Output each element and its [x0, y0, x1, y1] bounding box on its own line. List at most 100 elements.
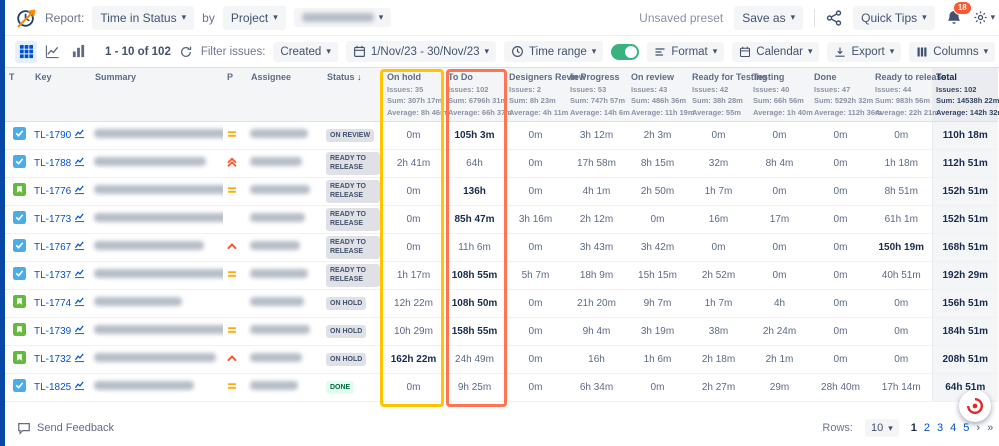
time-cell: 3h 12m [566, 121, 627, 149]
notifications-bell-button[interactable]: 18 [946, 10, 962, 26]
save-as-button[interactable]: Save as ▾ [734, 6, 803, 30]
column-header-on-hold[interactable]: On holdIssues: 35Sum: 307h 17mAverage: 8… [383, 68, 444, 121]
project-select-dropdown[interactable]: ▾ [294, 8, 392, 27]
sort-desc-icon[interactable]: ↓ [357, 72, 362, 82]
issue-chart-icon[interactable] [74, 296, 85, 310]
column-header-designers-review[interactable]: Designers ReviewIssues: 2Sum: 8h 23mAver… [505, 68, 566, 121]
page-button-1[interactable]: 1 [911, 422, 917, 434]
issue-chart-icon[interactable] [74, 352, 85, 366]
issue-key-link[interactable]: TL-1737 [34, 270, 71, 281]
page-button-5[interactable]: 5 [963, 422, 969, 434]
column-header-in-progress[interactable]: In ProgressIssues: 53Sum: 747h 57mAverag… [566, 68, 627, 121]
report-type-dropdown[interactable]: Time in Status ▾ [92, 6, 194, 30]
time-cell: 108h 50m [444, 289, 505, 317]
issue-chart-icon[interactable] [74, 184, 85, 198]
issue-chart-icon[interactable] [74, 212, 85, 226]
filter-issues-label: Filter issues: [201, 46, 266, 58]
last-page-button[interactable]: » [987, 422, 993, 434]
chevron-down-icon: ▾ [991, 13, 996, 22]
format-dropdown[interactable]: Format ▾ [647, 42, 724, 62]
share-button[interactable] [826, 10, 842, 26]
issue-chart-icon[interactable] [74, 128, 85, 142]
format-label: Format [671, 46, 707, 58]
filter-field-dropdown[interactable]: Created ▾ [273, 42, 337, 62]
issue-key-link[interactable]: TL-1739 [34, 326, 71, 337]
issue-key-link[interactable]: TL-1774 [34, 298, 71, 309]
time-cell: 0m [749, 121, 810, 149]
export-dropdown[interactable]: Export ▾ [827, 42, 901, 62]
feedback-widget-button[interactable] [959, 390, 991, 422]
column-header-assignee[interactable]: Assignee [247, 68, 323, 121]
unsaved-preset-label: Unsaved preset [639, 11, 723, 25]
page-button-4[interactable]: 4 [950, 422, 956, 434]
column-header-ready-for-testing[interactable]: Ready for TestingIssues: 42Sum: 38h 28mA… [688, 68, 749, 121]
time-cell: 17h 58m [566, 149, 627, 177]
column-header-total[interactable]: Total Issues: 102 Sum: 14538h 22m Averag… [932, 68, 998, 121]
quick-tips-label: Quick Tips [861, 11, 917, 25]
issue-chart-icon[interactable] [74, 240, 85, 254]
issue-key-link[interactable]: TL-1825 [34, 382, 71, 393]
quick-tips-dropdown[interactable]: Quick Tips ▾ [853, 6, 935, 30]
time-cell: 21h 20m [566, 289, 627, 317]
settings-gear-button[interactable]: ▾ [973, 10, 996, 25]
issue-chart-icon[interactable] [74, 324, 85, 338]
issue-chart-icon[interactable] [74, 156, 85, 170]
chevron-down-icon: ▾ [273, 13, 278, 22]
column-header-key[interactable]: Key [31, 68, 91, 121]
issue-key-link[interactable]: TL-1767 [34, 242, 71, 253]
chevron-down-icon: ▾ [984, 47, 989, 56]
format-toggle[interactable] [611, 44, 639, 60]
group-by-dropdown[interactable]: Project ▾ [223, 6, 286, 30]
columns-dropdown[interactable]: Columns ▾ [909, 42, 995, 62]
chart-view-button[interactable] [41, 41, 63, 63]
time-range-dropdown[interactable]: Time range ▾ [504, 41, 603, 62]
page-button-2[interactable]: 2 [924, 422, 930, 434]
issue-type-icon [13, 351, 26, 364]
issue-key-link[interactable]: TL-1773 [34, 214, 71, 225]
group-by-value: Project [231, 11, 268, 25]
column-header-summary[interactable]: Summary [91, 68, 223, 121]
issue-chart-icon[interactable] [74, 380, 85, 394]
table-view-button[interactable] [15, 41, 37, 63]
time-cell: 2h 18m [688, 345, 749, 373]
table-row: TL-1739 ON HOLD 10h 29m158h 55m0m9h 4m3h… [5, 317, 998, 345]
column-header-type[interactable]: T [5, 68, 31, 121]
page-button-3[interactable]: 3 [937, 422, 943, 434]
table-header-row: T Key Summary P Assignee Status ↓ On hol… [5, 68, 998, 121]
column-header-done[interactable]: DoneIssues: 47Sum: 5292h 32mAverage: 112… [810, 68, 871, 121]
rows-per-page-dropdown[interactable]: 10 ▾ [865, 419, 899, 437]
issue-key-link[interactable]: TL-1790 [34, 130, 71, 141]
total-cell: 192h 29m [932, 261, 998, 289]
column-header-to-do[interactable]: To DoIssues: 102Sum: 6796h 31mAverage: 6… [444, 68, 505, 121]
next-page-button[interactable]: › [976, 422, 980, 434]
column-header-on-review[interactable]: On reviewIssues: 43Sum: 486h 36mAverage:… [627, 68, 688, 121]
column-header-testing[interactable]: TestingIssues: 40Sum: 66h 56mAverage: 1h… [749, 68, 810, 121]
issue-summary-blurred [94, 353, 216, 362]
issue-chart-icon[interactable] [74, 268, 85, 282]
calendar-dropdown[interactable]: Calendar ▾ [732, 42, 819, 62]
column-header-status[interactable]: Status ↓ [323, 68, 383, 121]
report-type-value: Time in Status [100, 11, 176, 25]
issue-key-link[interactable]: TL-1788 [34, 158, 71, 169]
status-badge: READY TO RELEASE [326, 208, 380, 231]
priority-icon [226, 212, 238, 224]
priority-icon [226, 296, 238, 308]
time-cell: 5h 7m [505, 261, 566, 289]
time-range-label: Time range [529, 46, 587, 58]
pivot-view-button[interactable] [67, 41, 89, 63]
column-header-ready-to-release[interactable]: Ready to releaseIssues: 44Sum: 983h 56mA… [871, 68, 932, 121]
issue-key-link[interactable]: TL-1732 [34, 354, 71, 365]
column-header-priority[interactable]: P [223, 68, 247, 121]
issue-summary-blurred [94, 297, 182, 306]
send-feedback-button[interactable]: Send Feedback [17, 421, 114, 435]
time-cell: 0m [627, 205, 688, 233]
date-range-picker[interactable]: 1/Nov/23 - 30/Nov/23 ▾ [346, 41, 496, 62]
time-cell: 16m [688, 205, 749, 233]
export-icon [834, 46, 846, 58]
priority-icon [226, 268, 238, 280]
time-cell: 2h 24m [749, 317, 810, 345]
by-label: by [202, 11, 215, 25]
issue-key-link[interactable]: TL-1776 [34, 186, 71, 197]
refresh-button[interactable] [179, 45, 193, 59]
issue-type-icon [13, 211, 26, 224]
